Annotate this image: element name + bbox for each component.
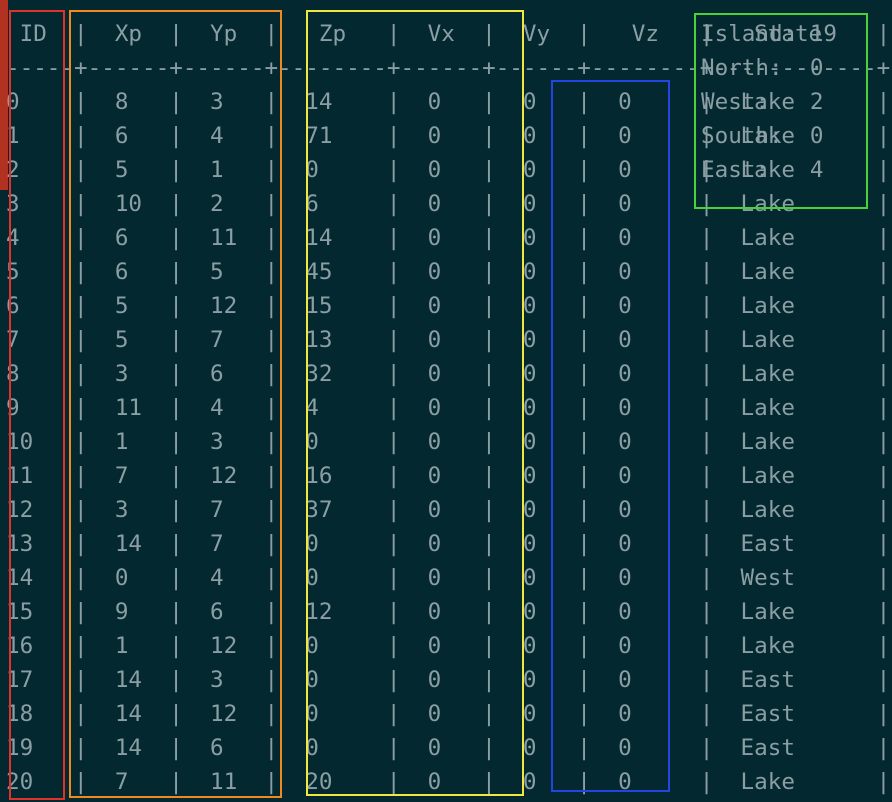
stat-north: North: 0 — [701, 55, 824, 81]
table-row: 9 | 11 | 4 | 4 | 0 | 0 | 0 | Lake | — [6, 395, 891, 421]
table-row: 14 | 0 | 4 | 0 | 0 | 0 | 0 | West | — [6, 565, 891, 591]
stat-west: West: 2 — [701, 89, 824, 115]
table-row: 16 | 1 | 12 | 0 | 0 | 0 | 0 | Lake | — [6, 633, 891, 659]
table-row: 19 | 14 | 6 | 0 | 0 | 0 | 0 | East | — [6, 735, 891, 761]
table-row: 5 | 6 | 5 | 45 | 0 | 0 | 0 | Lake | — [6, 259, 891, 285]
table-row: 15 | 9 | 6 | 12 | 0 | 0 | 0 | Lake | — [6, 599, 891, 625]
table-row: 20 | 7 | 11 | 20 | 0 | 0 | 0 | Lake | — [6, 769, 891, 795]
table-row: 11 | 7 | 12 | 16 | 0 | 0 | 0 | Lake | — [6, 463, 891, 489]
table-row: 6 | 5 | 12 | 15 | 0 | 0 | 0 | Lake | — [6, 293, 891, 319]
table-row: 8 | 3 | 6 | 32 | 0 | 0 | 0 | Lake | — [6, 361, 891, 387]
table-row: 4 | 6 | 11 | 14 | 0 | 0 | 0 | Lake | — [6, 225, 891, 251]
table-row: 7 | 5 | 7 | 13 | 0 | 0 | 0 | Lake | — [6, 327, 891, 353]
table-row: 3 | 10 | 2 | 6 | 0 | 0 | 0 | Lake | — [6, 191, 891, 217]
table-row: 12 | 3 | 7 | 37 | 0 | 0 | 0 | Lake | — [6, 497, 891, 523]
stat-east: East: 4 — [701, 157, 824, 183]
stats-panel: Island: 19 North: 0 West: 2 South: 0 Eas… — [701, 17, 837, 187]
stat-south: South: 0 — [701, 123, 824, 149]
terminal-window[interactable]: ID | Xp | Yp | Zp | Vx | Vy | Vz | State… — [0, 0, 892, 802]
table-row: 10 | 1 | 3 | 0 | 0 | 0 | 0 | Lake | — [6, 429, 891, 455]
table-row: 13 | 14 | 7 | 0 | 0 | 0 | 0 | East | — [6, 531, 891, 557]
stat-island: Island: 19 — [701, 21, 838, 47]
table-row: 18 | 14 | 12 | 0 | 0 | 0 | 0 | East | — [6, 701, 891, 727]
table-row: 17 | 14 | 3 | 0 | 0 | 0 | 0 | East | — [6, 667, 891, 693]
